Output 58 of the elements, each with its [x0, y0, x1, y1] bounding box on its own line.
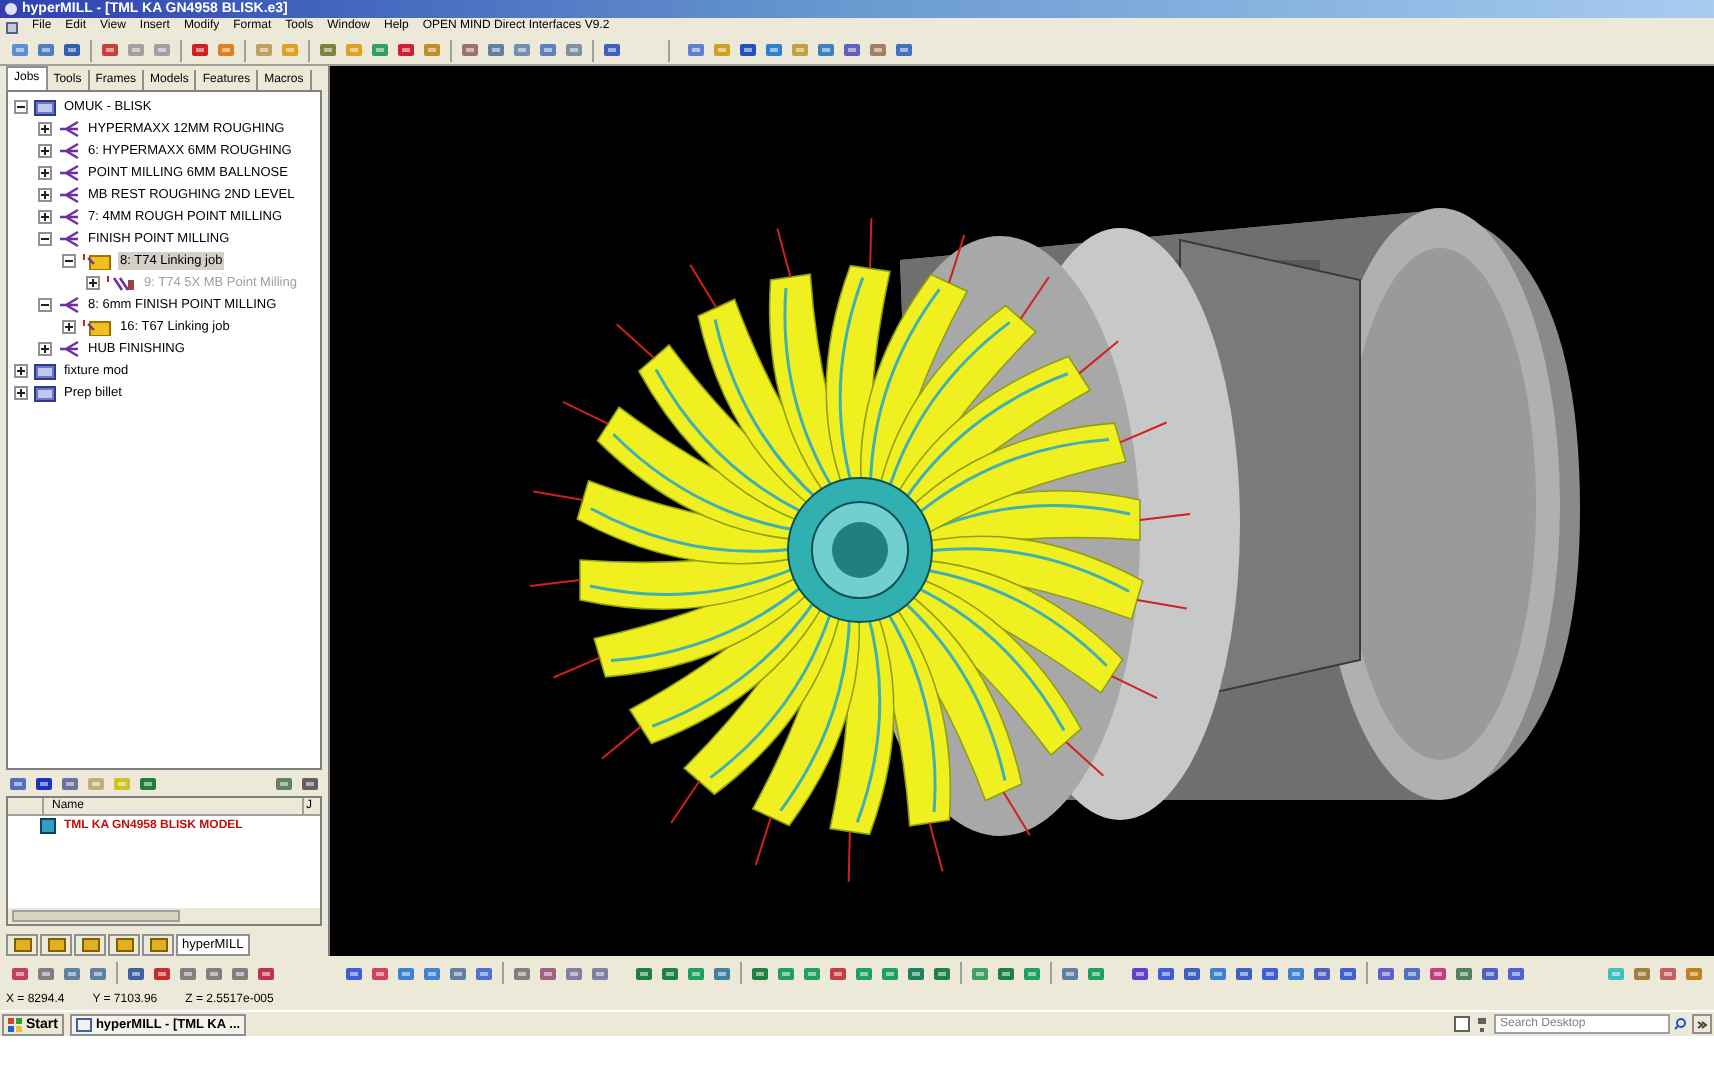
job-list-icon: [58, 296, 80, 314]
job-list-icon: [58, 208, 80, 226]
document-icon: [6, 21, 18, 33]
toolbar-button[interactable]: [98, 38, 122, 62]
expand-button[interactable]: [1692, 1014, 1712, 1034]
expand-toggle[interactable]: [38, 144, 52, 158]
panel-tab[interactable]: [142, 934, 174, 956]
expand-toggle[interactable]: [38, 122, 52, 136]
folder-icon: [34, 384, 56, 402]
collapse-toggle[interactable]: [38, 298, 52, 312]
help-icon[interactable]: [1454, 1016, 1470, 1032]
expand-toggle[interactable]: [62, 320, 76, 334]
search-icon[interactable]: [1674, 1018, 1686, 1030]
job-list-icon: [58, 186, 80, 204]
panel-tab[interactable]: [40, 934, 72, 956]
linking-job-icon: [82, 318, 112, 336]
toolbar-button[interactable]: [840, 38, 864, 62]
toolbar-button[interactable]: [600, 38, 624, 62]
toolbar-button[interactable]: [892, 38, 916, 62]
job-list-icon: [58, 230, 80, 248]
expand-toggle[interactable]: [38, 166, 52, 180]
toolbar-button[interactable]: [316, 38, 340, 62]
expand-toggle[interactable]: [38, 188, 52, 202]
model-icon: [40, 818, 56, 834]
job-list-icon: [58, 164, 80, 182]
collapse-toggle[interactable]: [62, 254, 76, 268]
folder-icon: [34, 98, 56, 116]
collapse-toggle[interactable]: [14, 100, 28, 114]
options-icon[interactable]: [1476, 1015, 1488, 1033]
job-list-icon: [58, 142, 80, 160]
job-list-icon: [58, 120, 80, 138]
toolbar-button[interactable]: [762, 38, 786, 62]
toolbar-button[interactable]: [394, 38, 418, 62]
toolbar-button[interactable]: [188, 38, 212, 62]
toolbar-button[interactable]: [60, 38, 84, 62]
toolbar-button[interactable]: [536, 38, 560, 62]
windows-logo-icon: [8, 1017, 22, 1031]
expand-toggle[interactable]: [38, 342, 52, 356]
expand-toggle[interactable]: [14, 386, 28, 400]
expand-toggle[interactable]: [38, 210, 52, 224]
toolbar-button[interactable]: [458, 38, 482, 62]
chevron-icon: [1696, 1019, 1708, 1029]
toolbar-button[interactable]: [736, 38, 760, 62]
panel-tab[interactable]: [74, 934, 106, 956]
expand-toggle[interactable]: [14, 364, 28, 378]
linking-job-icon: [82, 252, 112, 270]
panel-tab[interactable]: [6, 934, 38, 956]
horizontal-scrollbar[interactable]: [8, 908, 320, 924]
app-icon: [75, 1017, 92, 1031]
toolbar-button[interactable]: [484, 38, 508, 62]
toolbar-button[interactable]: [814, 38, 838, 62]
job-list-icon: [58, 340, 80, 358]
collapse-toggle[interactable]: [38, 232, 52, 246]
panel-tab[interactable]: [108, 934, 140, 956]
toolbar-button[interactable]: [34, 38, 58, 62]
operation-icon: [106, 274, 136, 292]
folder-icon: [34, 362, 56, 380]
app-icon: [4, 2, 18, 16]
